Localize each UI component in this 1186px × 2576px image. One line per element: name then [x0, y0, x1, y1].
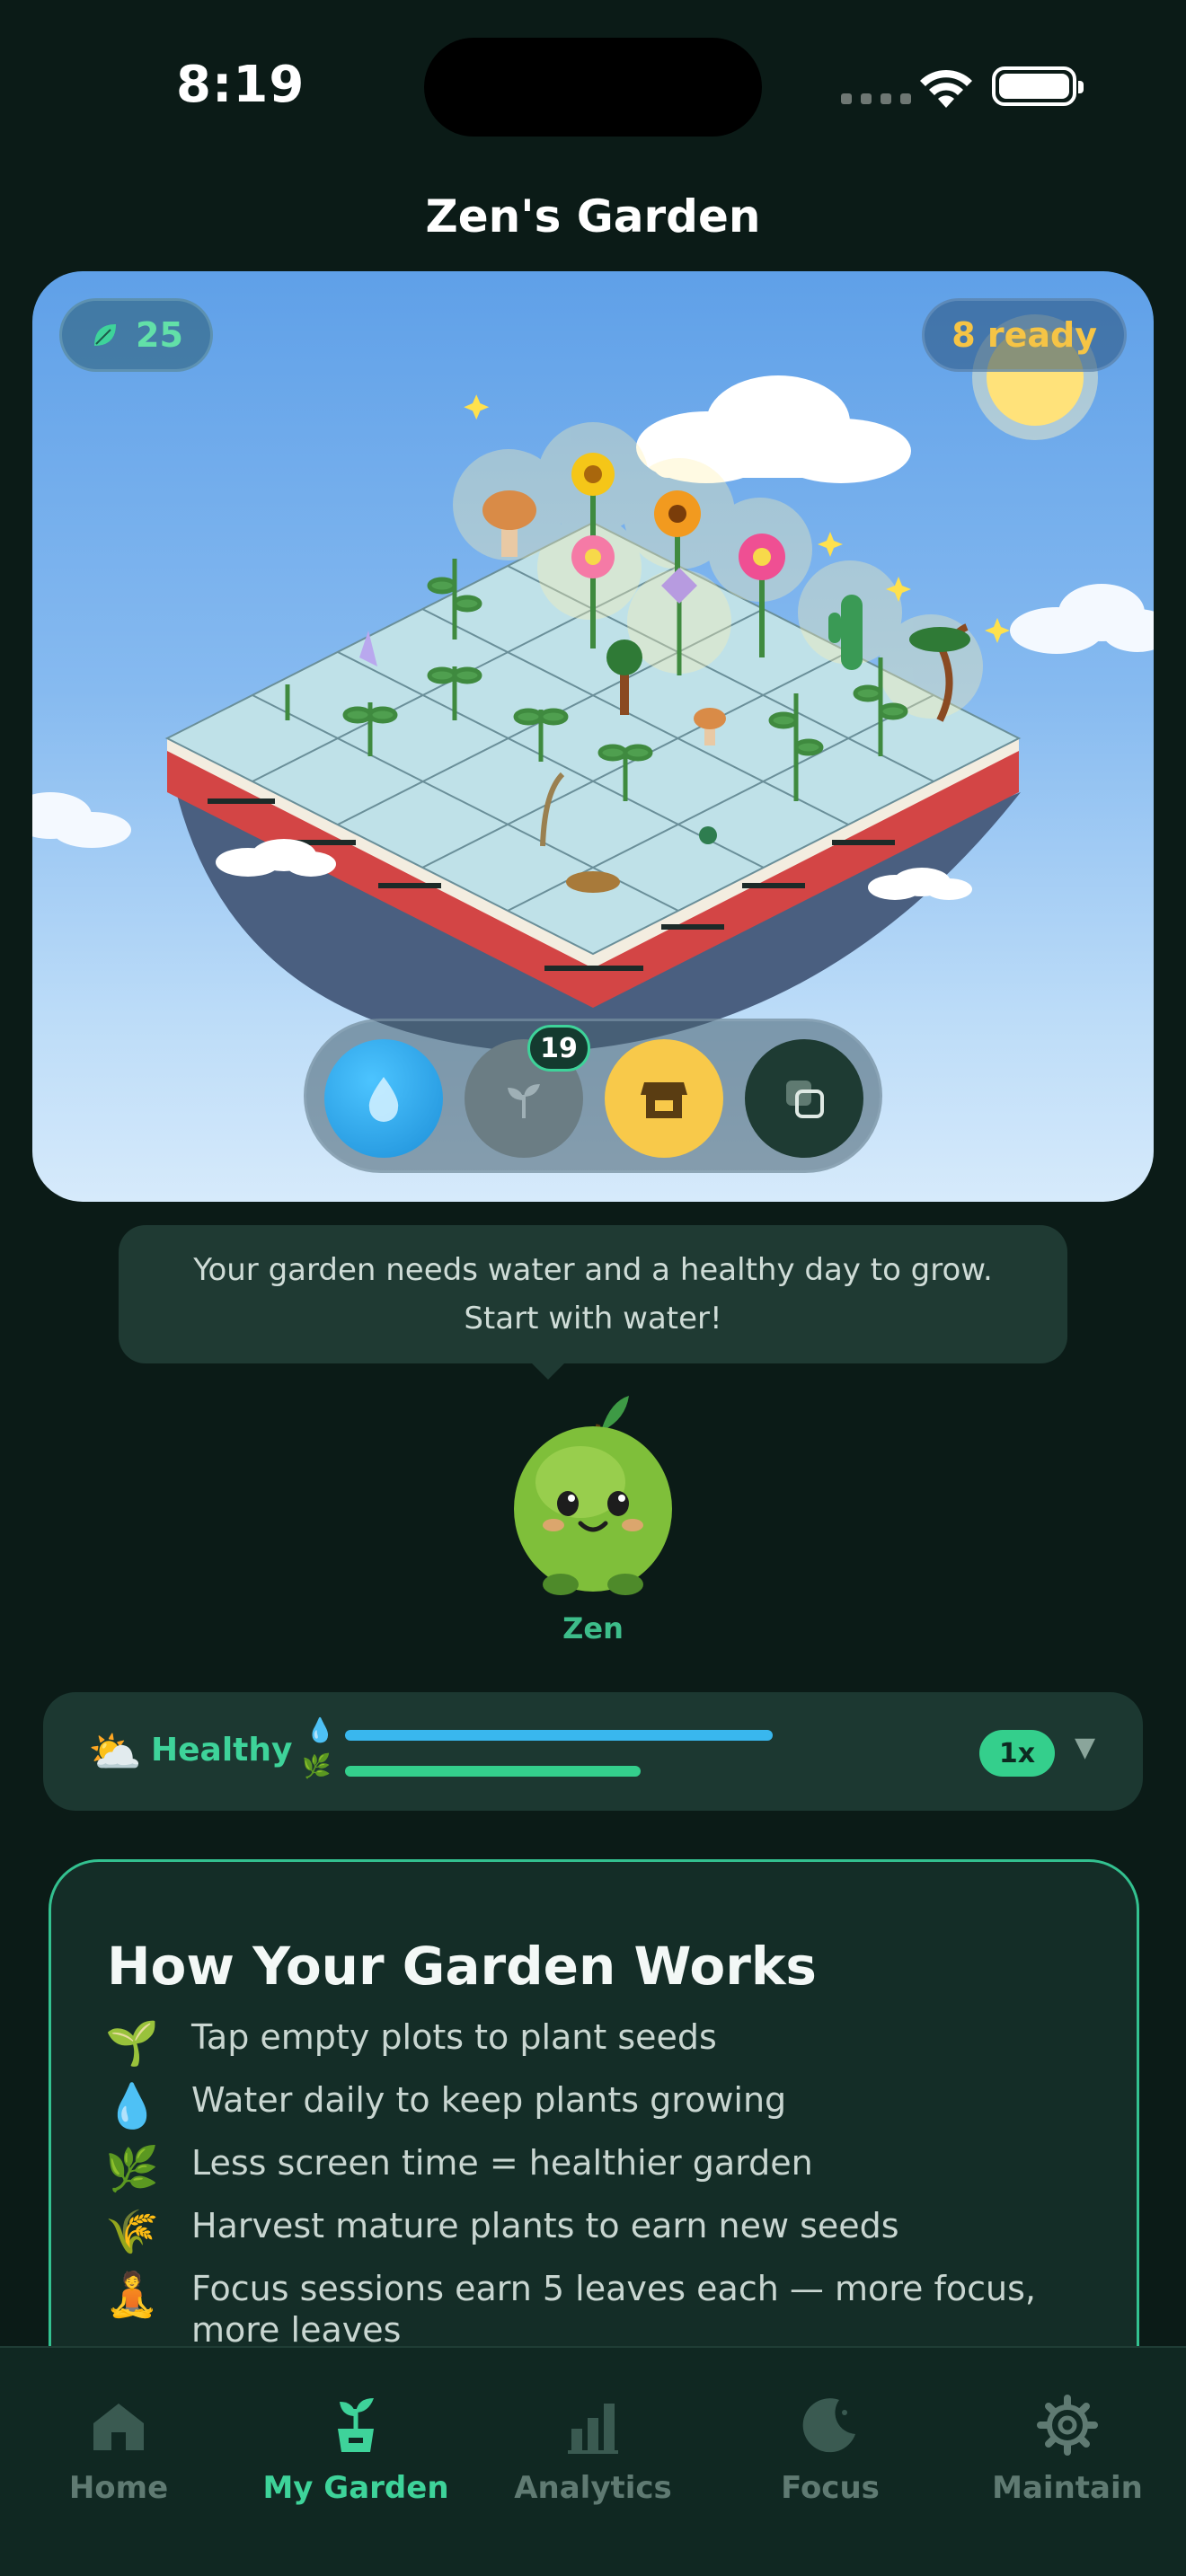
tab-bar: Home My Garden Analytics Focus Maintain: [0, 2346, 1186, 2576]
list-item-text: Focus sessions earn 5 leaves each — more…: [191, 2269, 1036, 2350]
gear-icon: [1037, 2395, 1098, 2456]
tab-focus[interactable]: Focus: [712, 2393, 949, 2527]
chevron-down-icon[interactable]: ▼: [1075, 1732, 1095, 1763]
leaf-icon: 🌿: [302, 1753, 332, 1780]
list-item-text: Tap empty plots to plant seeds: [191, 2017, 717, 2057]
health-level-bar: [345, 1766, 641, 1777]
herb-icon: 🌿: [105, 2144, 159, 2194]
water-drop-icon: 💧: [305, 1717, 335, 1744]
hint-line-1: Your garden needs water and a healthy da…: [193, 1252, 993, 1288]
battery-icon: [992, 66, 1084, 106]
weather-icon: ⛅: [88, 1727, 142, 1778]
tab-maintain[interactable]: Maintain: [949, 2393, 1186, 2527]
tooltip-arrow: [530, 1362, 566, 1380]
garden-health-bar[interactable]: ⛅ Healthy 💧 🌿 1x ▼: [43, 1692, 1143, 1811]
ready-label: 8 ready: [951, 315, 1097, 355]
leaf-icon: [94, 324, 116, 346]
wheat-icon: 🌾: [105, 2207, 159, 2257]
list-item: 🌱 Tap empty plots to plant seeds: [105, 2016, 1093, 2070]
hint-line-2: Start with water!: [464, 1301, 722, 1337]
list-item: 💧 Water daily to keep plants growing: [105, 2079, 1093, 2133]
list-item: 🌿 Less screen time = healthier garden: [105, 2142, 1093, 2196]
layers-icon: [786, 1081, 824, 1118]
list-item-text: Less screen time = healthier garden: [191, 2143, 813, 2183]
leaves-counter: 25: [59, 298, 213, 372]
status-time: 8:19: [176, 56, 305, 114]
analytics-icon: [568, 2404, 618, 2454]
cloud-icon: [32, 792, 131, 848]
speed-badge[interactable]: 1x: [979, 1730, 1055, 1777]
leaves-count: 25: [136, 315, 183, 355]
cellular-signal-icon: [841, 93, 911, 104]
garden-icon: [338, 2398, 374, 2452]
water-level-bar: [345, 1730, 773, 1741]
water-drop-icon: [368, 1077, 399, 1122]
list-item-text: Harvest mature plants to earn new seeds: [191, 2206, 899, 2245]
tab-label: Focus: [781, 2470, 880, 2506]
status-bar: 8:19: [0, 0, 1186, 180]
how-it-works-title: How Your Garden Works: [107, 1936, 817, 1997]
water-button[interactable]: [324, 1039, 443, 1158]
tab-label: Maintain: [992, 2470, 1143, 2506]
ready-badge[interactable]: 8 ready: [922, 298, 1127, 372]
water-drop-icon: 💧: [105, 2081, 159, 2131]
list-item: 🌾 Harvest mature plants to earn new seed…: [105, 2205, 1093, 2259]
plant-count-badge: 19: [527, 1025, 590, 1072]
page-title: Zen's Garden: [425, 190, 761, 243]
tab-my-garden[interactable]: My Garden: [237, 2393, 474, 2527]
garden-actions-tray: 19: [304, 1019, 882, 1173]
garden-card: 25 8 ready 19: [32, 271, 1154, 1202]
mascot-avatar[interactable]: [503, 1392, 683, 1599]
mascot-name: Zen: [562, 1611, 624, 1645]
list-item: 🧘 Focus sessions earn 5 leaves each — mo…: [105, 2268, 1093, 2351]
sprout-icon: 🌱: [105, 2018, 159, 2069]
layout-button[interactable]: [745, 1039, 863, 1158]
tab-label: My Garden: [262, 2470, 449, 2506]
tab-label: Analytics: [514, 2470, 672, 2506]
tab-home[interactable]: Home: [0, 2393, 237, 2527]
tab-label: Home: [68, 2470, 169, 2506]
moon-icon: [802, 2398, 855, 2453]
tab-analytics[interactable]: Analytics: [474, 2393, 712, 2527]
shop-icon: [641, 1082, 687, 1118]
meditation-icon: 🧘: [105, 2270, 159, 2320]
wifi-icon: [920, 69, 972, 108]
shop-button[interactable]: [605, 1039, 723, 1158]
garden-hint-tooltip: Your garden needs water and a healthy da…: [119, 1225, 1067, 1363]
dynamic-island: [424, 38, 762, 137]
sprout-icon: [508, 1084, 540, 1118]
cloud-icon: [1010, 584, 1154, 654]
home-icon: [93, 2404, 144, 2450]
health-status-label: Healthy: [151, 1732, 293, 1769]
list-item-text: Water daily to keep plants growing: [191, 2080, 787, 2120]
